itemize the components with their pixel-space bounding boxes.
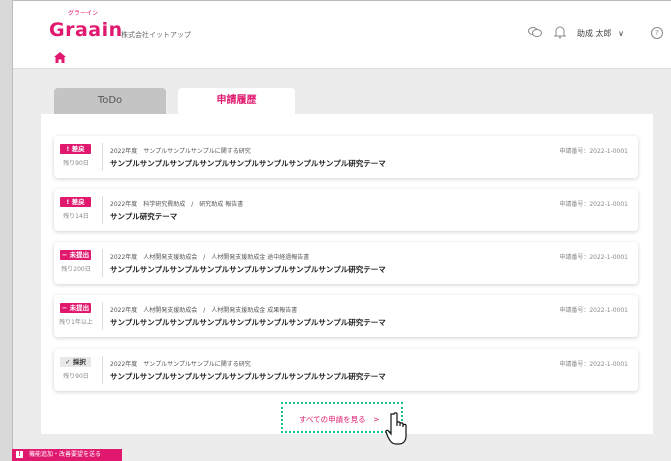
user-name: 助成 太郎 <box>577 29 612 38</box>
status-badge: ! 差戻 <box>60 197 91 207</box>
application-number: 申請番号：2022-1-0001 <box>559 307 628 314</box>
application-title[interactable]: サンプルサンプルサンプルサンプルサンプルサンプルサンプルサンプル研究テーマ <box>110 264 386 275</box>
application-number: 申請番号：2022-1-0001 <box>559 201 628 208</box>
chevron-down-icon: ∨ <box>618 29 624 38</box>
chat-icon[interactable] <box>528 26 542 40</box>
application-meta: 2022年度 科学研究費助成 / 研究助成 報告書 <box>110 201 244 208</box>
help-icon[interactable]: ? <box>651 27 663 39</box>
application-row[interactable]: − 未提出 残り200日 2022年度 人材開発支援助成会 / 人材開発支援助成… <box>54 242 638 284</box>
application-row[interactable]: ! 差戻 残り90日 2022年度 サンプルサンプルサンプルに関する研究 サンプ… <box>54 136 638 178</box>
application-meta: 2022年度 人材開発支援助成会 / 人材開発支援助成金 途中経過報告書 <box>110 254 310 261</box>
remaining-days: 残り1年以上 <box>59 319 93 326</box>
application-meta: 2022年度 サンプルサンプルサンプルに関する研究 <box>110 361 251 368</box>
status-badge: − 未提出 <box>60 250 91 260</box>
divider <box>102 196 103 224</box>
hand-cursor-icon <box>385 412 407 445</box>
application-meta: 2022年度 人材開発支援助成会 / 人材開発支援助成金 成果報告書 <box>110 307 298 314</box>
application-row[interactable]: ✓ 採択 残り90日 2022年度 サンプルサンプルサンプルに関する研究 サンプ… <box>54 349 638 391</box>
application-title[interactable]: サンプルサンプルサンプルサンプルサンプルサンプルサンプルサンプル研究テーマ <box>110 317 386 328</box>
status-badge: ✓ 採択 <box>60 357 91 367</box>
logo[interactable]: Graain <box>49 19 123 41</box>
remaining-days: 残り90日 <box>63 373 89 380</box>
check-icon: ✓ <box>65 358 71 366</box>
status-badge: − 未提出 <box>60 303 91 313</box>
alert-icon: ! <box>16 451 23 458</box>
minus-icon: − <box>61 251 68 259</box>
divider <box>102 249 103 277</box>
status-badge: ! 差戻 <box>60 144 91 154</box>
app-frame: グラーイン Graain 株式会社イットアップ 助成 太郎 ∨ ? ToDo 申… <box>12 0 671 461</box>
see-all-label: すべての申請を見る > <box>299 415 380 424</box>
tab-application-history[interactable]: 申請履歴 <box>178 88 295 114</box>
company-name: 株式会社イットアップ <box>121 31 191 39</box>
remaining-days: 残り14日 <box>63 213 89 220</box>
application-title[interactable]: サンプルサンプルサンプルサンプルサンプルサンプルサンプルサンプル研究テーマ <box>110 158 386 169</box>
user-menu[interactable]: 助成 太郎 ∨ <box>577 28 624 39</box>
application-title[interactable]: サンプルサンプルサンプルサンプルサンプルサンプルサンプルサンプル研究テーマ <box>110 371 386 382</box>
header: グラーイン Graain 株式会社イットアップ 助成 太郎 ∨ ? <box>13 0 671 51</box>
home-icon[interactable] <box>54 52 66 66</box>
application-number: 申請番号：2022-1-0001 <box>559 254 628 261</box>
breadcrumb-bar <box>13 50 671 69</box>
application-number: 申請番号：2022-1-0001 <box>559 361 628 368</box>
alert-icon: ! <box>66 145 70 153</box>
application-row[interactable]: − 未提出 残り1年以上 2022年度 人材開発支援助成会 / 人材開発支援助成… <box>54 295 638 337</box>
application-title[interactable]: サンプル研究テーマ <box>110 211 177 222</box>
divider <box>102 302 103 330</box>
application-number: 申請番号：2022-1-0001 <box>559 148 628 155</box>
alert-icon: ! <box>66 198 70 206</box>
tab-todo[interactable]: ToDo <box>54 88 166 114</box>
remaining-days: 残り90日 <box>63 160 89 167</box>
feedback-label: 機能追加・改善要望を送る <box>29 451 102 458</box>
application-meta: 2022年度 サンプルサンプルサンプルに関する研究 <box>110 148 251 155</box>
bell-icon[interactable] <box>553 26 567 40</box>
feedback-button[interactable]: ! 機能追加・改善要望を送る <box>12 449 122 461</box>
remaining-days: 残り200日 <box>61 266 91 273</box>
divider <box>102 143 103 171</box>
minus-icon: − <box>61 304 68 312</box>
tab-bar: ToDo 申請履歴 <box>13 88 671 114</box>
application-row[interactable]: ! 差戻 残り14日 2022年度 科学研究費助成 / 研究助成 報告書 サンプ… <box>54 189 638 231</box>
divider <box>102 356 103 384</box>
logo-ruby: グラーイン <box>68 10 99 17</box>
